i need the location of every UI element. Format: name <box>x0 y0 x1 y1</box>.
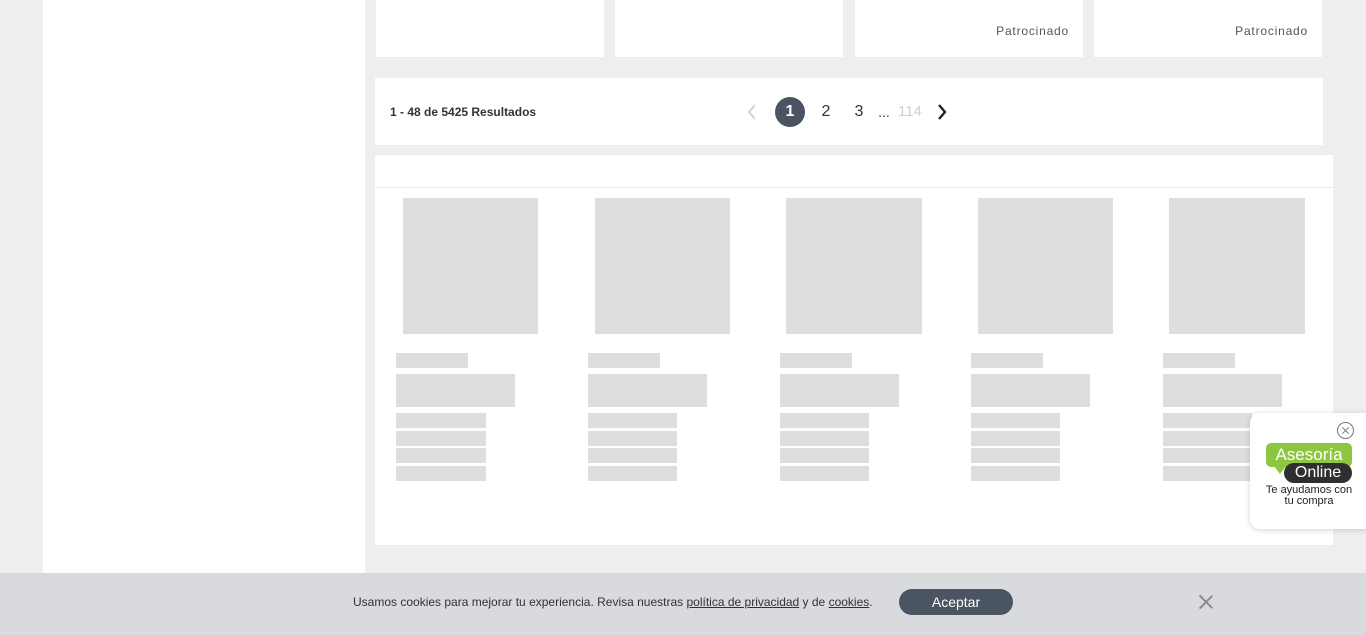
skeleton-line <box>971 413 1060 428</box>
accept-cookies-button[interactable]: Aceptar <box>899 589 1013 615</box>
page-link-current[interactable]: 1 <box>775 97 805 127</box>
filters-sidebar <box>43 0 365 573</box>
skeleton-line <box>780 374 899 407</box>
skeleton-image <box>595 198 730 334</box>
skeleton-line <box>396 466 486 481</box>
skeleton-line <box>780 448 869 463</box>
skeleton-line <box>588 431 677 446</box>
page-link-last[interactable]: 114 <box>897 97 923 127</box>
cookie-text-after: . <box>869 595 873 609</box>
skeleton-line <box>396 448 486 463</box>
page-link[interactable]: 2 <box>819 97 833 127</box>
product-card[interactable] <box>376 0 604 57</box>
skeleton-product <box>588 155 748 545</box>
skeleton-line <box>1163 374 1282 407</box>
skeleton-line <box>396 353 468 368</box>
skeleton-line <box>396 374 515 407</box>
advice-badge-bottom: Online <box>1284 463 1352 483</box>
skeleton-line <box>396 413 486 428</box>
skeleton-line <box>588 413 677 428</box>
product-card[interactable]: Patrocinado <box>855 0 1083 57</box>
skeleton-line <box>1163 448 1252 463</box>
skeleton-image <box>403 198 538 334</box>
advice-subtitle: Te ayudamos con tu compra <box>1265 484 1353 507</box>
sponsored-label: Patrocinado <box>1235 24 1308 38</box>
close-icon[interactable] <box>1198 594 1214 610</box>
skeleton-line <box>1163 413 1252 428</box>
recommendations-loading <box>375 155 1333 545</box>
skeleton-line <box>588 374 707 407</box>
chevron-right-icon[interactable] <box>937 97 951 127</box>
skeleton-product <box>971 155 1131 545</box>
skeleton-line <box>780 353 852 368</box>
cookie-message: Usamos cookies para mejorar tu experienc… <box>353 595 873 609</box>
skeleton-line <box>780 431 869 446</box>
skeleton-product <box>396 155 556 545</box>
skeleton-image <box>786 198 922 334</box>
skeleton-line <box>1163 431 1252 446</box>
skeleton-image <box>1169 198 1305 334</box>
skeleton-line <box>588 353 660 368</box>
skeleton-line <box>1163 466 1252 481</box>
skeleton-line <box>588 466 677 481</box>
close-icon[interactable] <box>1337 422 1354 439</box>
cookie-banner: Usamos cookies para mejorar tu experienc… <box>0 573 1366 635</box>
pagination-ellipsis: ... <box>878 104 890 120</box>
skeleton-image <box>978 198 1113 334</box>
skeleton-product <box>780 155 940 545</box>
online-advice-widget[interactable]: Asesoría Online Te ayudamos con tu compr… <box>1250 413 1366 529</box>
cookie-text-middle: y de <box>799 595 829 609</box>
skeleton-line <box>396 431 486 446</box>
skeleton-line <box>971 466 1060 481</box>
results-count: 1 - 48 de 5425 Resultados <box>390 105 537 119</box>
skeleton-line <box>780 466 869 481</box>
sponsored-label: Patrocinado <box>996 24 1069 38</box>
cookies-link[interactable]: cookies <box>829 595 870 609</box>
chevron-left-icon[interactable] <box>747 97 761 127</box>
page-link[interactable]: 3 <box>852 97 866 127</box>
skeleton-line <box>1163 353 1235 368</box>
skeleton-line <box>971 374 1090 407</box>
skeleton-line <box>588 448 677 463</box>
privacy-policy-link[interactable]: política de privacidad <box>686 595 799 609</box>
skeleton-line <box>971 353 1043 368</box>
cookie-text-before: Usamos cookies para mejorar tu experienc… <box>353 595 687 609</box>
pagination-bar: 1 - 48 de 5425 Resultados 1 2 3 ... 114 <box>375 78 1323 145</box>
product-card[interactable] <box>615 0 843 57</box>
skeleton-line <box>971 431 1060 446</box>
product-card[interactable]: Patrocinado <box>1094 0 1322 57</box>
skeleton-line <box>971 448 1060 463</box>
skeleton-line <box>780 413 869 428</box>
